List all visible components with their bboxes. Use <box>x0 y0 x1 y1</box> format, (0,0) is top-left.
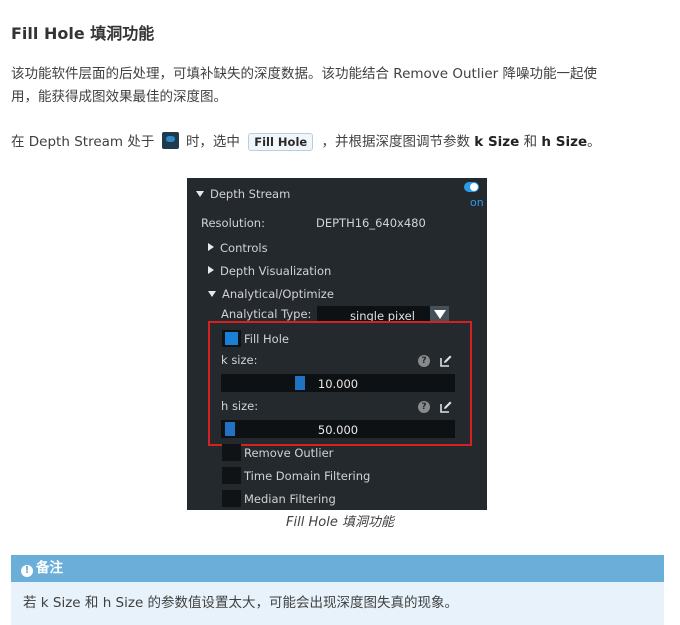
depth-stream-panel-screenshot: Depth Stream on Resolution: DEPTH16_640x… <box>187 178 487 510</box>
paragraph-line: 用，能获得成图效果最佳的深度图。 <box>11 89 227 105</box>
remove-outlier-checkbox[interactable] <box>222 444 241 461</box>
instruction-text: 和 <box>523 134 538 150</box>
note-header: ! 备注 <box>11 555 664 582</box>
param-h-size: h Size <box>541 134 588 150</box>
median-filtering-checkbox[interactable] <box>222 490 241 507</box>
panel-title: Depth Stream <box>210 187 291 201</box>
depth-stream-header[interactable]: Depth Stream <box>196 187 290 201</box>
toggle-state-label: on <box>470 196 484 209</box>
section-label: Controls <box>220 241 268 255</box>
analytical-optimize-section[interactable]: Analytical/Optimize <box>208 287 334 301</box>
highlight-box <box>208 321 472 446</box>
remove-outlier-label: Remove Outlier <box>244 446 334 460</box>
instruction-text: ，并根据深度图调节参数 <box>321 134 470 150</box>
depth-visualization-section[interactable]: Depth Visualization <box>208 264 331 278</box>
figure-caption: Fill Hole 填洞功能 <box>286 515 394 530</box>
chevron-right-icon <box>208 243 214 251</box>
median-filtering-label: Median Filtering <box>244 492 336 506</box>
chevron-down-icon <box>208 291 216 297</box>
time-domain-label: Time Domain Filtering <box>244 469 371 483</box>
controls-section[interactable]: Controls <box>208 241 268 255</box>
instruction-text: 。 <box>587 134 601 150</box>
section-heading: Fill Hole 填洞功能 <box>11 24 155 43</box>
instruction-text: 时，选中 <box>185 134 240 150</box>
info-icon: ! <box>21 565 33 577</box>
note-title: 备注 <box>36 560 63 576</box>
resolution-value[interactable]: DEPTH16_640x480 <box>316 216 426 230</box>
stream-toggle-switch[interactable] <box>464 182 479 192</box>
fill-hole-ui-label: Fill Hole <box>248 133 314 151</box>
note-body: 若 k Size 和 h Size 的参数值设置太大，可能会出现深度图失真的现象… <box>11 582 664 625</box>
section-label: Depth Visualization <box>220 264 332 278</box>
resolution-label: Resolution: <box>201 216 265 230</box>
section-label: Analytical/Optimize <box>222 287 334 301</box>
chevron-right-icon <box>208 266 214 274</box>
stream-toggle-icon <box>161 132 179 149</box>
instruction-text: 在 Depth Stream 处于 <box>11 134 155 150</box>
time-domain-checkbox[interactable] <box>222 467 241 484</box>
chevron-down-icon <box>196 191 204 197</box>
paragraph-line: 该功能软件层面的后处理，可填补缺失的深度数据。该功能结合 Remove Outl… <box>11 66 597 82</box>
param-k-size: k Size <box>474 134 520 150</box>
analytical-type-label: Analytical Type: <box>221 307 312 321</box>
instruction-paragraph: 在 Depth Stream 处于 时，选中 Fill Hole ，并根据深度图… <box>11 131 601 154</box>
